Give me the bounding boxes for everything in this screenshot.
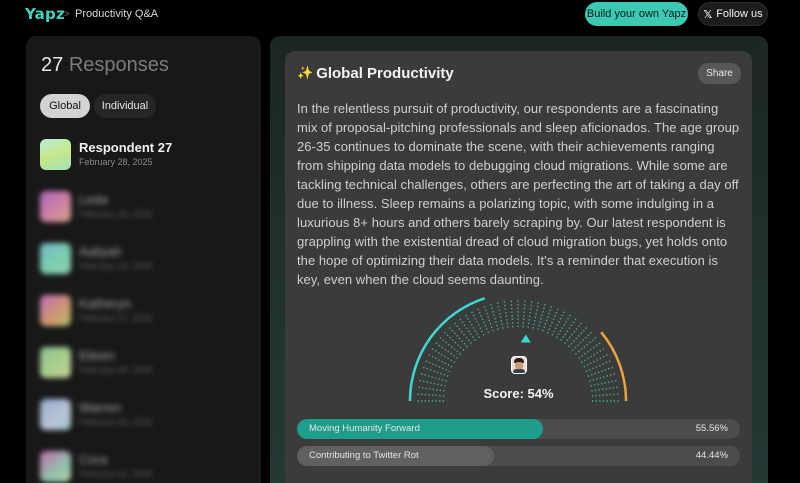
avatar (40, 139, 71, 170)
result-bar-percent: 55.56% (695, 423, 728, 434)
response-name: Respondent 27 (79, 140, 173, 155)
response-date: February 02, 2025 (79, 469, 153, 479)
score-label: Score: 54% (483, 386, 554, 401)
follow-button-label: Follow us (716, 8, 763, 20)
gauge-tick (447, 325, 469, 348)
response-item[interactable]: Cora February 02, 2025 (40, 451, 240, 483)
avatar (40, 451, 71, 482)
gauge-tick (567, 325, 589, 348)
response-name: Aaliyah (79, 244, 122, 259)
avatar (40, 399, 71, 430)
tab-individual[interactable]: Individual (94, 94, 156, 118)
avatar (40, 295, 71, 326)
responses-sidebar: 27 Responses Global Individual Responden… (26, 36, 261, 483)
respondent-avatar (511, 356, 527, 374)
tab-global[interactable]: Global (40, 94, 90, 118)
response-name: Eileen (79, 348, 116, 363)
response-date: February 28, 2025 (79, 157, 153, 167)
response-item[interactable]: Katheryn February 17, 2025 (40, 295, 240, 329)
gauge-tick (564, 321, 583, 345)
result-bar-percent: 44.44% (695, 450, 728, 461)
x-logo-icon: 𝕏 (703, 7, 713, 21)
result-bar[interactable]: Contributing to Twitter Rot 44.44% (297, 446, 740, 466)
response-item[interactable]: Aaliyah February 18, 2025 (40, 243, 240, 277)
build-button-label: Build your own Yapz (586, 8, 687, 20)
gauge-tick (578, 341, 602, 359)
response-item[interactable]: Respondent 27 February 28, 2025 (40, 139, 240, 173)
gauge-tick (555, 313, 572, 339)
gauge-tick (419, 372, 447, 382)
responses-count-heading: 27 Responses (41, 54, 169, 77)
gauge-tick (510, 299, 514, 328)
gauge-tick (489, 302, 499, 330)
card-title: ✨ Global Productivity (297, 65, 454, 82)
gauge-tick (434, 341, 458, 359)
card-title-text: Global Productivity (316, 65, 454, 82)
response-item[interactable]: Leda February 28, 2025 (40, 191, 240, 225)
avatar (40, 243, 71, 274)
gauge-tick (464, 313, 481, 339)
gauge-tick (583, 353, 609, 368)
gauge-tick (589, 372, 617, 382)
summary-text: In the relentless pursuit of productivit… (297, 101, 740, 287)
responses-count: 27 (41, 54, 64, 76)
breadcrumb: Productivity Q&A (75, 8, 159, 20)
result-bar-label: Moving Humanity Forward (309, 423, 420, 434)
top-bar: Yapz > Productivity Q&A Build your own Y… (0, 0, 800, 30)
response-date: February 05, 2025 (79, 417, 153, 427)
response-item[interactable]: Warren February 05, 2025 (40, 399, 240, 433)
gauge-tick (442, 330, 465, 352)
gauge-tick (427, 353, 453, 368)
gauge-tick (560, 317, 578, 341)
gauge-tick (476, 307, 490, 334)
gauge-tick (574, 336, 598, 355)
gauge-tick (522, 299, 526, 328)
gauge-tick (458, 317, 476, 341)
gauge-tick (430, 347, 456, 364)
gauge-tick (546, 307, 560, 334)
response-name: Leda (79, 192, 108, 207)
gauge-tick (551, 310, 566, 336)
share-button[interactable]: Share (698, 63, 741, 84)
breadcrumb-separator: > (64, 9, 70, 20)
response-date: February 18, 2025 (79, 261, 153, 271)
gauge-tick (470, 310, 485, 336)
response-item[interactable]: Eileen February 08, 2025 (40, 347, 240, 381)
gauge-tick (532, 300, 540, 329)
avatar (40, 191, 71, 222)
response-name: Warren (79, 400, 122, 415)
result-bar[interactable]: Moving Humanity Forward 55.56% (297, 419, 740, 439)
follow-us-button[interactable]: 𝕏 Follow us (698, 2, 768, 26)
result-bar-label: Contributing to Twitter Rot (309, 450, 419, 461)
response-name: Katheryn (79, 296, 132, 311)
responses-label: Responses (68, 54, 169, 76)
response-date: February 17, 2025 (79, 313, 153, 323)
avatar (40, 347, 71, 378)
gauge-tick (571, 330, 594, 352)
gauge-tick (496, 300, 504, 329)
gauge-tick (580, 347, 606, 364)
build-your-own-button[interactable]: Build your own Yapz (585, 2, 688, 26)
gauge-tick (424, 359, 451, 373)
gauge-pointer (520, 334, 531, 343)
gauge-tick (585, 359, 612, 373)
sparkle-icon: ✨ (297, 66, 314, 81)
gauge-tick (537, 302, 547, 330)
main-panel: ✨ Global Productivity Share In the relen… (270, 36, 768, 483)
response-date: February 08, 2025 (79, 365, 153, 375)
gauge-tick (527, 299, 533, 328)
response-date: February 28, 2025 (79, 209, 153, 219)
gauge-tick (503, 299, 509, 328)
gauge-tick (453, 321, 472, 345)
yapz-logo[interactable]: Yapz (25, 5, 65, 23)
summary-card: ✨ Global Productivity Share In the relen… (285, 51, 752, 483)
gauge-tick (438, 336, 462, 355)
response-name: Cora (79, 452, 108, 467)
